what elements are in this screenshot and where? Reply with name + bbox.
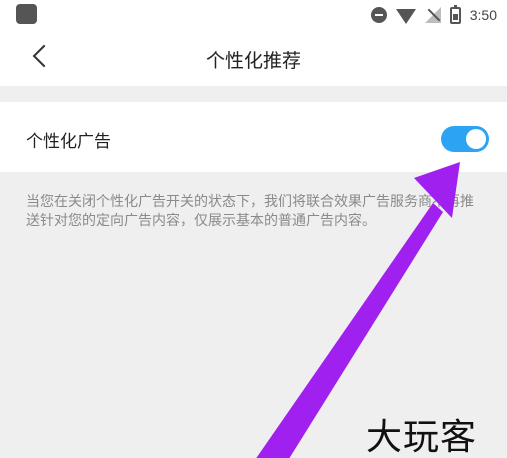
header: 个性化推荐 [0, 30, 507, 86]
personalized-ads-toggle[interactable] [441, 126, 489, 152]
page-title: 个性化推荐 [205, 50, 301, 72]
watermark-logo: 大玩客 [366, 417, 478, 458]
status-time: 3:50 [469, 7, 497, 23]
toggle-knob [466, 129, 486, 149]
battery-icon [449, 4, 461, 24]
section-gap [0, 86, 507, 102]
status-bar: 3:50 [0, 0, 507, 30]
personalized-ads-label: 个性化广告 [26, 132, 111, 152]
do-not-disturb-icon [370, 7, 387, 23]
personalized-ads-row[interactable]: 个性化广告 [0, 102, 507, 172]
status-icons: 3:50 [370, 4, 497, 25]
personalized-ads-description: 当您在关闭个性化广告开关的状态下，我们将联合效果广告服务商不再推送针对您的定向广… [26, 194, 474, 229]
wifi-icon [395, 8, 416, 24]
no-signal-icon [424, 7, 441, 23]
screen: 3:50 个性化推荐 个性化广告 当您在关闭个性化广告开关的状态下，我们将联合效… [0, 0, 507, 458]
app-notification-icon [16, 4, 37, 24]
